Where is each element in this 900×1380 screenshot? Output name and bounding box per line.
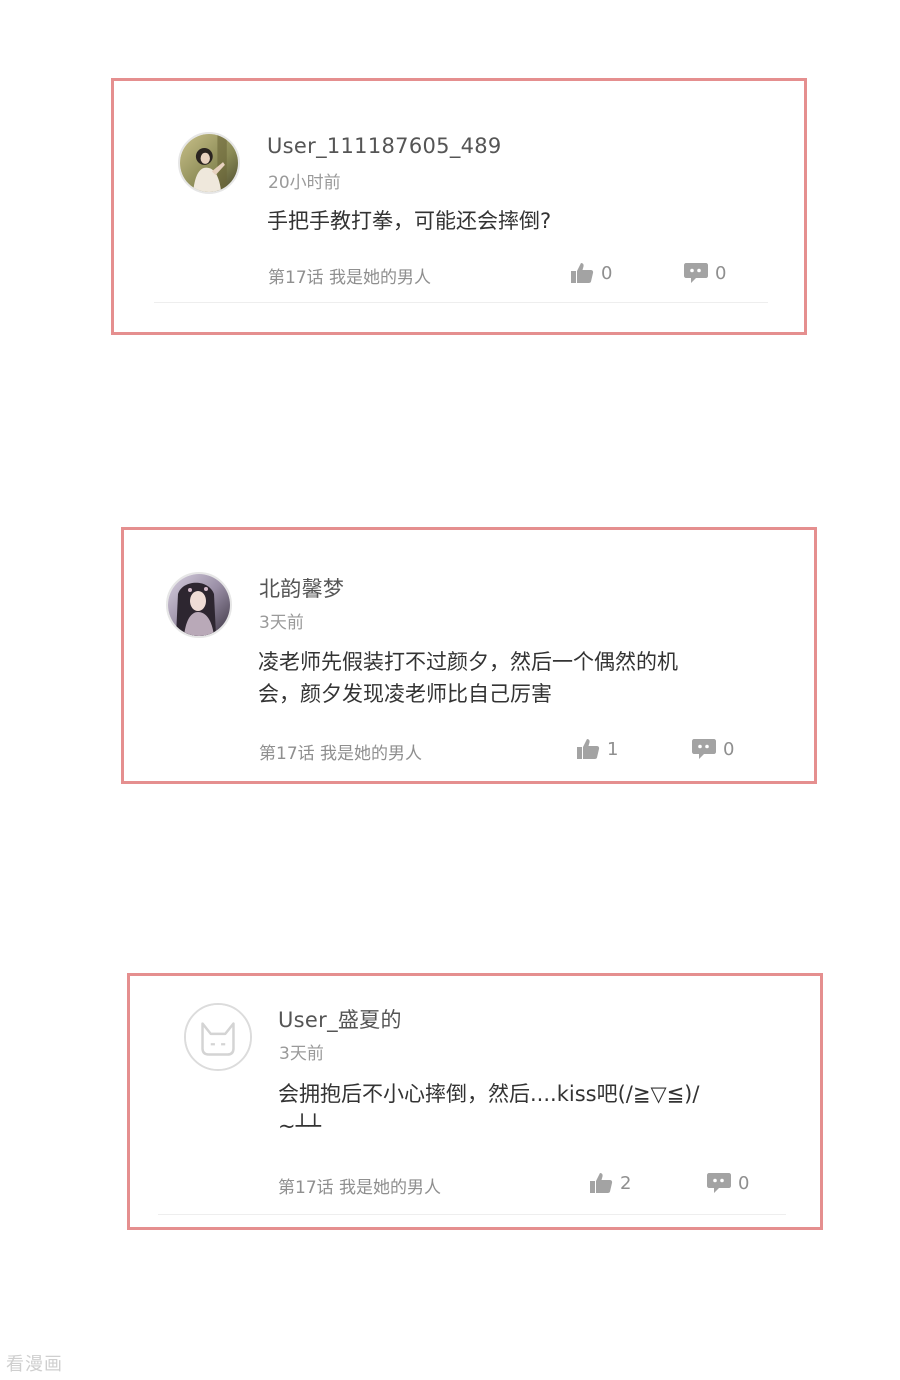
- thumbs-up-icon: [577, 739, 600, 759]
- comment-time: 20小时前: [268, 173, 341, 193]
- comment-text-line: ~┴┴: [278, 1114, 321, 1138]
- comment-text-line: 手把手教打拳，可能还会摔倒?: [267, 209, 552, 233]
- user-photo-avatar-icon: [168, 574, 230, 636]
- like-button[interactable]: 2: [589, 1172, 631, 1194]
- chapter-link[interactable]: 第17话 我是她的男人: [278, 1173, 441, 1198]
- comment-card-3: User_盛夏的 3天前 会拥抱后不小心摔倒，然后....kiss吧(/≧▽≦)…: [127, 973, 823, 1230]
- comment-card-2: 北韵馨梦 3天前 凌老师先假装打不过颜夕，然后一个偶然的机 会，颜夕发现凌老师比…: [121, 527, 817, 784]
- like-button[interactable]: 1: [576, 738, 618, 760]
- user-photo-avatar-icon: [180, 134, 238, 192]
- comment-card-1: User_111187605_489 20小时前 手把手教打拳，可能还会摔倒? …: [111, 78, 807, 335]
- avatar[interactable]: [184, 1003, 252, 1071]
- thumbs-up-icon: [590, 1173, 613, 1193]
- comment-bubble-icon: [707, 1173, 731, 1193]
- username[interactable]: User_盛夏的: [278, 1004, 402, 1034]
- comment-bubble-icon: [692, 739, 716, 759]
- username[interactable]: User_111187605_489: [267, 134, 502, 158]
- divider: [158, 1214, 786, 1215]
- chapter-link[interactable]: 第17话 我是她的男人: [268, 263, 431, 288]
- reply-button[interactable]: 0: [684, 262, 726, 284]
- comment-text-line: 会拥抱后不小心摔倒，然后....kiss吧(/≧▽≦)/: [278, 1082, 700, 1106]
- comment-text: 手把手教打拳，可能还会摔倒?: [267, 205, 551, 237]
- like-button[interactable]: 0: [570, 262, 612, 284]
- username[interactable]: 北韵馨梦: [259, 573, 344, 603]
- reply-button[interactable]: 0: [707, 1172, 749, 1194]
- default-bunny-avatar-icon: [186, 1005, 250, 1069]
- comment-text-line: 凌老师先假装打不过颜夕，然后一个偶然的机: [258, 650, 678, 674]
- reply-count: 0: [738, 1172, 750, 1194]
- comment-time: 3天前: [279, 1044, 324, 1064]
- thumbs-up-icon: [571, 263, 594, 283]
- avatar[interactable]: [178, 132, 240, 194]
- comment-text-line: 会，颜夕发现凌老师比自己厉害: [258, 682, 552, 706]
- comment-text: 凌老师先假装打不过颜夕，然后一个偶然的机 会，颜夕发现凌老师比自己厉害: [258, 646, 678, 710]
- comment-text: 会拥抱后不小心摔倒，然后....kiss吧(/≧▽≦)/ ~┴┴: [278, 1078, 699, 1142]
- like-count: 2: [620, 1172, 632, 1194]
- divider: [154, 302, 768, 303]
- reply-count: 0: [723, 738, 735, 760]
- like-count: 1: [607, 738, 619, 760]
- comment-bubble-icon: [684, 263, 708, 283]
- watermark: 看漫画: [6, 1354, 63, 1375]
- chapter-link[interactable]: 第17话 我是她的男人: [259, 739, 422, 764]
- comment-time: 3天前: [259, 613, 304, 633]
- reply-count: 0: [715, 262, 727, 284]
- avatar[interactable]: [166, 572, 232, 638]
- reply-button[interactable]: 0: [692, 738, 734, 760]
- like-count: 0: [601, 262, 613, 284]
